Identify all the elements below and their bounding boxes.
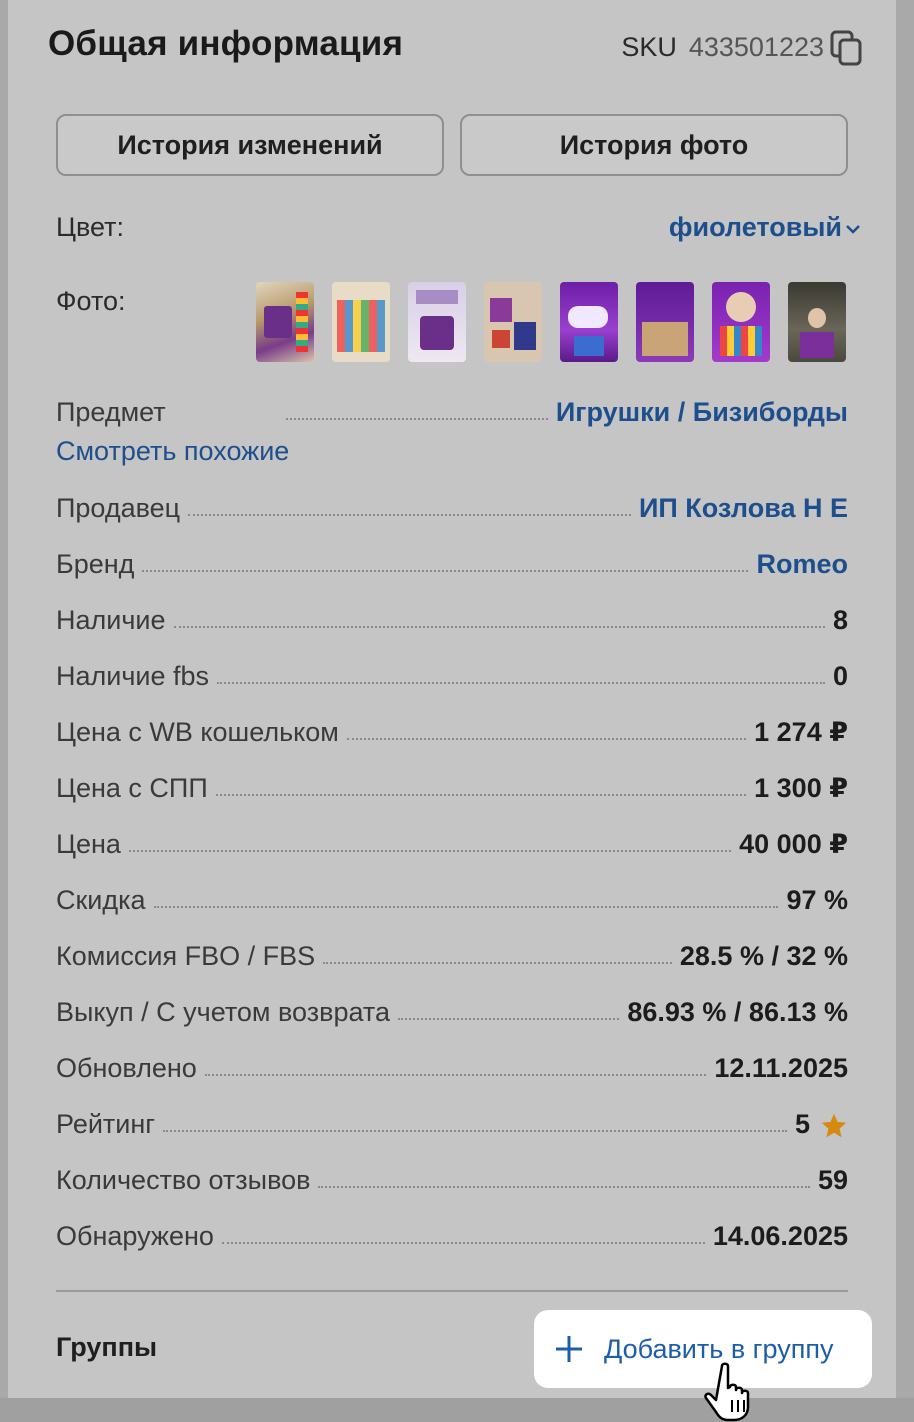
detail-value: 28.5 % / 32 %: [679, 941, 848, 971]
subject-row: Предмет Игрушки / Бизиборды: [56, 396, 848, 428]
detail-label: Продавец: [56, 493, 181, 523]
detail-value[interactable]: Romeo: [756, 549, 848, 580]
detail-row: Бренд Romeo: [56, 548, 848, 580]
leader-dots: [221, 1242, 705, 1244]
history-photo-button[interactable]: История фото: [460, 114, 848, 176]
detail-row: Скидка 97 %: [56, 884, 848, 916]
subject-value[interactable]: Игрушки / Бизиборды: [556, 397, 848, 428]
detail-row: Цена с СПП 1 300 ₽: [56, 772, 848, 804]
detail-label: Наличие fbs: [56, 661, 210, 691]
leader-dots: [163, 1130, 787, 1132]
detail-label: Цена с WB кошельком: [56, 717, 339, 747]
leader-dots: [215, 794, 747, 796]
star-icon: [821, 1113, 847, 1138]
leader-dots: [128, 850, 732, 852]
detail-label: Цена: [56, 829, 121, 859]
plus-icon: [554, 1334, 584, 1364]
photo-thumbnail-8[interactable]: [788, 282, 846, 362]
detail-row: Комиссия FBO / FBS 28.5 % / 32 %: [56, 940, 848, 972]
subject-label: Предмет: [56, 397, 166, 427]
detail-row: Количество отзывов 59: [56, 1164, 848, 1196]
detail-value: 59: [817, 1165, 848, 1195]
groups-label: Группы: [56, 1332, 158, 1362]
sku-block: SKU 433501223: [621, 28, 864, 66]
detail-row: Рейтинг 5: [56, 1108, 848, 1140]
page-title: Общая информация: [48, 24, 404, 63]
detail-label: Бренд: [56, 549, 135, 579]
detail-label: Наличие: [56, 605, 166, 635]
detail-row: Продавец ИП Козлова Н Е: [56, 492, 848, 524]
photo-thumbnail-1[interactable]: [256, 282, 314, 362]
divider: [56, 1290, 848, 1292]
detail-row: Обновлено 12.11.2025: [56, 1052, 848, 1084]
photo-thumbnail-6[interactable]: [636, 282, 694, 362]
leader-dots: [142, 570, 749, 572]
photo-thumbnail-7[interactable]: [712, 282, 770, 362]
detail-label: Цена с СПП: [56, 773, 208, 803]
color-label: Цвет:: [56, 212, 125, 242]
detail-row: Цена 40 000 ₽: [56, 828, 848, 860]
detail-value: 12.11.2025: [714, 1053, 848, 1083]
photo-thumbnail-4[interactable]: [484, 282, 542, 362]
leader-dots: [204, 1074, 707, 1076]
color-select[interactable]: фиолетовый: [669, 212, 842, 243]
add-to-group-label: Добавить в группу: [604, 1333, 834, 1364]
leader-dots: [188, 514, 631, 516]
detail-value: 8: [832, 605, 848, 635]
chevron-down-icon[interactable]: [844, 220, 862, 238]
detail-row: Цена с WB кошельком 1 274 ₽: [56, 716, 848, 748]
bottom-strip: [0, 1398, 914, 1422]
detail-row: Наличие fbs 0: [56, 660, 848, 692]
detail-value: 1 274 ₽: [754, 717, 848, 747]
photo-strip: [256, 282, 846, 362]
hand-cursor-icon: [704, 1362, 750, 1422]
detail-row: Обнаружено 14.06.2025: [56, 1220, 848, 1252]
detail-label: Обновлено: [56, 1053, 197, 1083]
detail-row: Выкуп / С учетом возврата 86.93 % / 86.13…: [56, 996, 848, 1028]
detail-label: Обнаружено: [56, 1221, 214, 1251]
detail-label: Скидка: [56, 885, 146, 915]
detail-value[interactable]: ИП Козлова Н Е: [639, 493, 848, 524]
photo-thumbnail-3[interactable]: [408, 282, 466, 362]
detail-value: 1 300 ₽: [754, 773, 848, 803]
leader-dots: [285, 418, 548, 420]
view-similar-link[interactable]: Смотреть похожие: [56, 436, 289, 467]
leader-dots: [217, 682, 825, 684]
detail-label: Выкуп / С учетом возврата: [56, 997, 390, 1027]
leader-dots: [318, 1186, 810, 1188]
detail-label: Количество отзывов: [56, 1165, 311, 1195]
detail-value: 0: [832, 661, 848, 691]
leader-dots: [323, 962, 672, 964]
detail-value: 97 %: [786, 885, 848, 915]
detail-row: Наличие 8: [56, 604, 848, 636]
sku-value: 433501223: [688, 31, 824, 62]
add-to-group-button[interactable]: Добавить в группу: [534, 1310, 872, 1388]
detail-label: Рейтинг: [56, 1109, 156, 1139]
detail-value: 40 000 ₽: [739, 829, 848, 859]
detail-value: 86.93 % / 86.13 %: [627, 997, 848, 1027]
detail-value: 14.06.2025: [712, 1221, 848, 1251]
history-changes-button[interactable]: История изменений: [56, 114, 444, 176]
leader-dots: [153, 906, 779, 908]
photo-thumbnail-5[interactable]: [560, 282, 618, 362]
copy-icon[interactable]: [830, 28, 864, 66]
leader-dots: [346, 738, 747, 740]
photo-thumbnail-2[interactable]: [332, 282, 390, 362]
leader-dots: [173, 626, 825, 628]
sku-label: SKU: [621, 31, 677, 62]
leader-dots: [397, 1018, 620, 1020]
photo-label: Фото:: [56, 286, 126, 316]
detail-value: 5: [794, 1109, 810, 1139]
detail-label: Комиссия FBO / FBS: [56, 941, 316, 971]
